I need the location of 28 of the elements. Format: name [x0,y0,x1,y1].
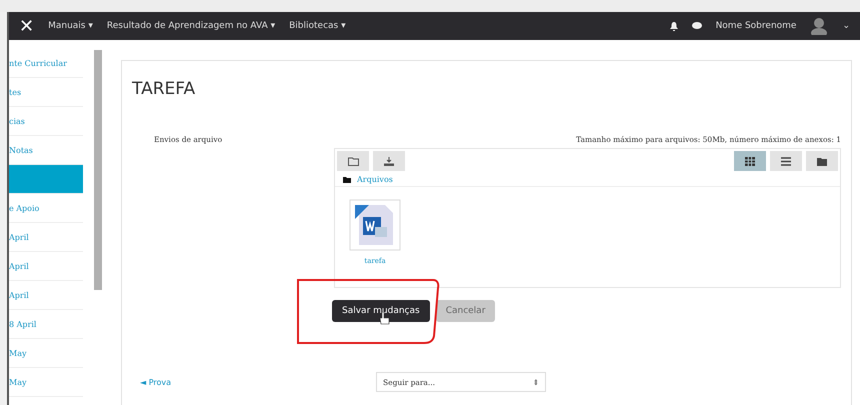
download-icon [384,156,394,166]
grid-icon [745,156,755,166]
add-folder-button[interactable] [337,151,369,171]
view-button[interactable] [806,151,838,171]
avatar-icon[interactable] [810,17,828,35]
sidebar-item[interactable] [9,165,83,194]
user-menu-caret[interactable]: ⌄ [842,21,850,31]
bell-icon[interactable] [670,22,678,30]
list-icon [781,156,791,166]
folder-icon [343,176,351,182]
page-title: TAREFA [132,79,196,99]
save-button[interactable]: Salvar mudanças [332,300,430,322]
user-name[interactable]: Nome Sobrenome [716,21,796,31]
folder-icon [348,156,358,166]
view-button[interactable] [770,151,802,171]
view-button[interactable] [734,151,766,171]
chat-icon[interactable] [692,22,702,30]
nav-menu[interactable]: Bibliotecas ▾ [289,21,346,31]
folder-icon [817,156,827,166]
path-link[interactable]: Arquivos [357,175,393,184]
nav-menu[interactable]: Manuais ▾ [48,21,93,31]
cancel-button[interactable]: Cancelar [436,300,496,322]
scrollbar-thumb[interactable] [94,50,102,290]
close-button[interactable]: ✕ [19,16,34,36]
word-file-icon[interactable] [349,199,401,251]
download-button[interactable] [373,151,405,171]
previous-activity-link[interactable]: ◄ Prova [140,378,376,386]
nav-menu[interactable]: Resultado de Aprendizagem no AVA ▾ [106,21,276,31]
